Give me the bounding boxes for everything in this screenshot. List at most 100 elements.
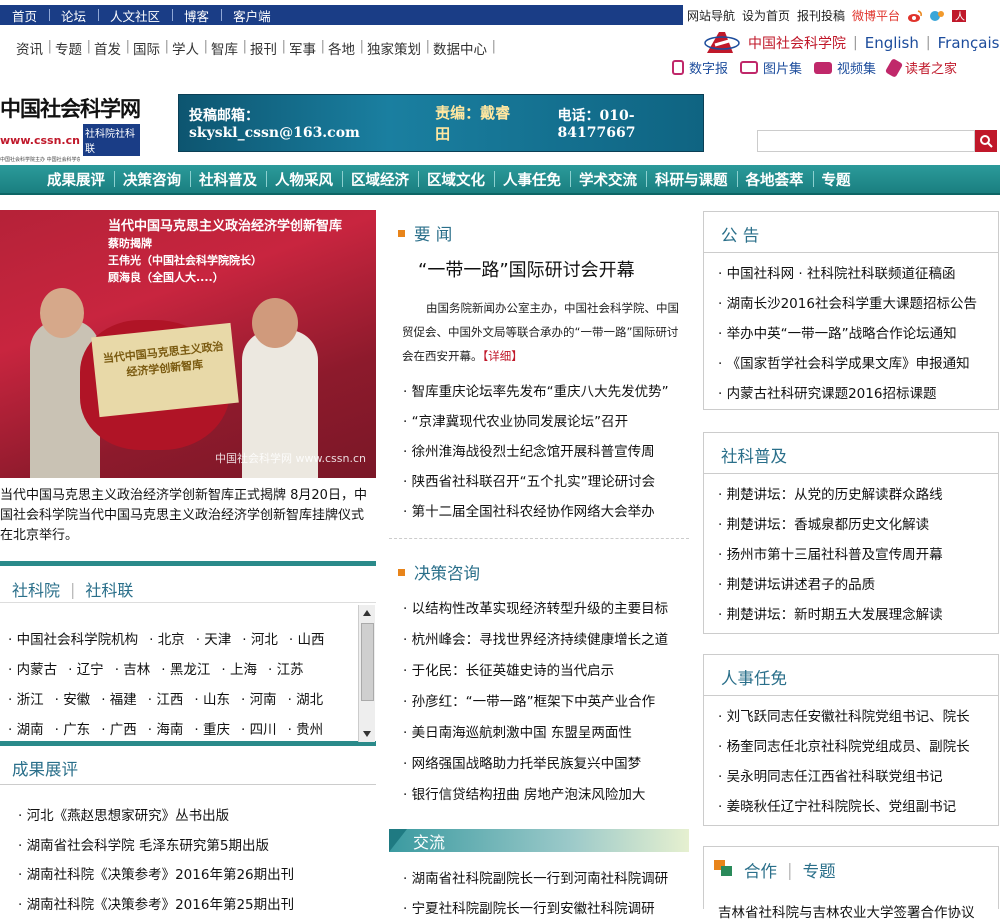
- qq-icon[interactable]: [929, 9, 945, 23]
- region-link[interactable]: · 四川: [241, 715, 277, 745]
- region-link[interactable]: · 北京: [149, 625, 185, 655]
- tab-forum[interactable]: 论坛: [49, 6, 98, 25]
- tab-blog[interactable]: 博客: [172, 6, 221, 25]
- region-link[interactable]: · 重庆: [194, 715, 230, 745]
- list-item[interactable]: · 湖南社科院《决策参考》2016年第25期出刊: [18, 891, 294, 921]
- submit-link[interactable]: 报刊投稿: [797, 7, 845, 24]
- list-item[interactable]: 荆楚讲坛：从党的历史解读群众路线: [718, 480, 943, 510]
- subnav-item[interactable]: 报刊: [244, 38, 286, 58]
- region-link[interactable]: · 黑龙江: [161, 655, 210, 685]
- policy-title[interactable]: 决策咨询: [414, 560, 480, 584]
- site-logo[interactable]: 中国社会科学网 www.cssn.cn 社科院社科联 中国社会科学院主办 中国社…: [0, 96, 141, 163]
- scroll-up-icon[interactable]: [363, 610, 371, 616]
- exchange-title[interactable]: 交流: [413, 829, 445, 853]
- english-link[interactable]: English: [865, 34, 919, 52]
- more-link[interactable]: 【详细】: [483, 349, 523, 363]
- nav-item[interactable]: 区域文化: [418, 169, 494, 190]
- set-homepage-link[interactable]: 设为首页: [742, 7, 790, 24]
- region-link[interactable]: · 山西: [289, 625, 325, 655]
- region-link[interactable]: · 吉林: [115, 655, 151, 685]
- list-item[interactable]: 内蒙古社科研究课题2016招标课题: [718, 379, 977, 409]
- region-link[interactable]: · 湖南: [8, 715, 44, 745]
- nav-item[interactable]: 学术交流: [570, 169, 646, 190]
- region-link[interactable]: · 湖北: [288, 685, 324, 715]
- tab-special[interactable]: 专题: [803, 858, 836, 882]
- region-link[interactable]: · 上海: [221, 655, 257, 685]
- list-item[interactable]: 以结构性改革实现经济转型升级的主要目标: [403, 594, 669, 625]
- list-item[interactable]: 智库重庆论坛率先发布“重庆八大先发优势”: [403, 377, 669, 407]
- nav-item[interactable]: 区域经济: [342, 169, 418, 190]
- region-link[interactable]: · 天津: [196, 625, 232, 655]
- nav-item[interactable]: 专题: [812, 169, 860, 190]
- list-item[interactable]: 湖南省社科院副院长一行到河南社科院调研: [403, 864, 669, 894]
- list-item[interactable]: 吉林省社科院与吉林农业大学签署合作协议: [718, 901, 975, 921]
- subnav-item[interactable]: 首发: [88, 38, 130, 58]
- tab-home[interactable]: 首页: [0, 6, 49, 25]
- list-item[interactable]: 中国社科网 · 社科院社科联频道征稿函: [718, 259, 977, 289]
- tab-client[interactable]: 客户端: [221, 6, 283, 25]
- list-item[interactable]: 银行信贷结构扭曲 房地产泡沫风险加大: [403, 780, 668, 811]
- tab-academy[interactable]: 社科院: [12, 577, 60, 601]
- list-item[interactable]: 荆楚讲坛：新时期五大发展理念解读: [718, 600, 943, 630]
- list-item[interactable]: 陕西省社科联召开“五个扎实”理论研讨会: [403, 467, 669, 497]
- region-link[interactable]: · 中国社会科学院机构: [8, 625, 138, 655]
- list-item[interactable]: 荆楚讲坛讲述君子的品质: [718, 570, 943, 600]
- subnav-item[interactable]: 国际: [127, 38, 169, 58]
- search-input[interactable]: [757, 130, 975, 152]
- subnav-item[interactable]: 独家策划: [361, 38, 430, 58]
- photo-gallery-link[interactable]: 图片集: [740, 58, 802, 77]
- list-item[interactable]: 孙彦红：“一带一路”框架下中英产业合作: [403, 687, 668, 718]
- region-link[interactable]: · 广东: [55, 715, 91, 745]
- region-link[interactable]: · 内蒙古: [8, 655, 57, 685]
- scroll-thumb[interactable]: [361, 623, 374, 701]
- people-icon[interactable]: 人: [951, 9, 967, 23]
- list-item[interactable]: · 河北《燕赵思想家研究》丛书出版: [18, 802, 294, 832]
- cass-link[interactable]: 中国社会科学院: [748, 33, 846, 53]
- region-link[interactable]: · 海南: [148, 715, 184, 745]
- subnav-item[interactable]: 数据中心: [427, 38, 496, 58]
- personnel-title[interactable]: 人事任免: [721, 665, 787, 689]
- photo-caption[interactable]: 当代中国马克思主义政治经济学创新智库正式揭牌 8月20日，中国社会科学院当代中国…: [0, 486, 376, 546]
- subnav-item[interactable]: 军事: [283, 38, 325, 58]
- tab-federation[interactable]: 社科联: [85, 577, 133, 601]
- scroll-down-icon[interactable]: [363, 731, 371, 737]
- nav-item[interactable]: 决策咨询: [114, 169, 190, 190]
- subnav-item[interactable]: 学人: [166, 38, 208, 58]
- list-item[interactable]: 湖南长沙2016社会科学重大课题招标公告: [718, 289, 977, 319]
- region-link[interactable]: · 广西: [101, 715, 137, 745]
- region-link[interactable]: · 福建: [101, 685, 137, 715]
- nav-item[interactable]: 科研与课题: [646, 169, 737, 190]
- list-item[interactable]: 杨奎同志任北京社科院党组成员、副院长: [718, 732, 970, 762]
- list-item[interactable]: 举办中英“一带一路”战略合作论坛通知: [718, 319, 977, 349]
- digital-paper-link[interactable]: 数字报: [672, 58, 728, 77]
- list-item[interactable]: 《国家哲学社会科学成果文库》申报通知: [718, 349, 977, 379]
- list-item[interactable]: 宁夏社科院副院长一行到安徽社科院调研: [403, 894, 668, 924]
- list-item[interactable]: · 湖南省社会科学院 毛泽东研究第5期出版: [18, 832, 294, 862]
- region-link[interactable]: · 山东: [194, 685, 230, 715]
- news-title[interactable]: 要 闻: [414, 221, 452, 245]
- list-item[interactable]: 荆楚讲坛：香城泉都历史文化解读: [718, 510, 943, 540]
- subnav-item[interactable]: 各地: [322, 38, 364, 58]
- region-link[interactable]: · 河北: [242, 625, 278, 655]
- list-item[interactable]: 杭州峰会：寻找世界经济持续健康增长之道: [403, 625, 669, 656]
- headline[interactable]: “一带一路”国际研讨会开幕: [418, 256, 635, 282]
- tab-community[interactable]: 人文社区: [98, 6, 172, 25]
- list-item[interactable]: 网络强国战略助力托举民族复兴中国梦: [403, 749, 668, 780]
- region-link[interactable]: · 辽宁: [68, 655, 104, 685]
- region-link[interactable]: · 河南: [241, 685, 277, 715]
- nav-item[interactable]: 人物采风: [266, 169, 342, 190]
- region-link[interactable]: · 贵州: [288, 715, 324, 745]
- popular-title[interactable]: 社科普及: [721, 443, 787, 467]
- list-item[interactable]: 姜晓秋任辽宁社科院院长、党组副书记: [718, 792, 970, 822]
- region-link[interactable]: · 江苏: [268, 655, 304, 685]
- list-item[interactable]: 扬州市第十三届社科普及宣传周开幕: [718, 540, 943, 570]
- feature-photo[interactable]: 当代中国马克思主义政治经济学创新智库 蔡昉揭牌 王伟光（中国社会科学院院长） 顾…: [0, 210, 376, 478]
- search-button[interactable]: [975, 130, 997, 152]
- site-nav-link[interactable]: 网站导航: [687, 7, 735, 24]
- achievements-title[interactable]: 成果展评: [12, 756, 78, 780]
- subnav-item[interactable]: 专题: [49, 38, 91, 58]
- cass-logo-icon[interactable]: [703, 29, 741, 55]
- region-link[interactable]: · 安徽: [55, 685, 91, 715]
- list-item[interactable]: 于化民：长征英雄史诗的当代启示: [403, 656, 668, 687]
- nav-item[interactable]: 成果展评: [38, 169, 114, 190]
